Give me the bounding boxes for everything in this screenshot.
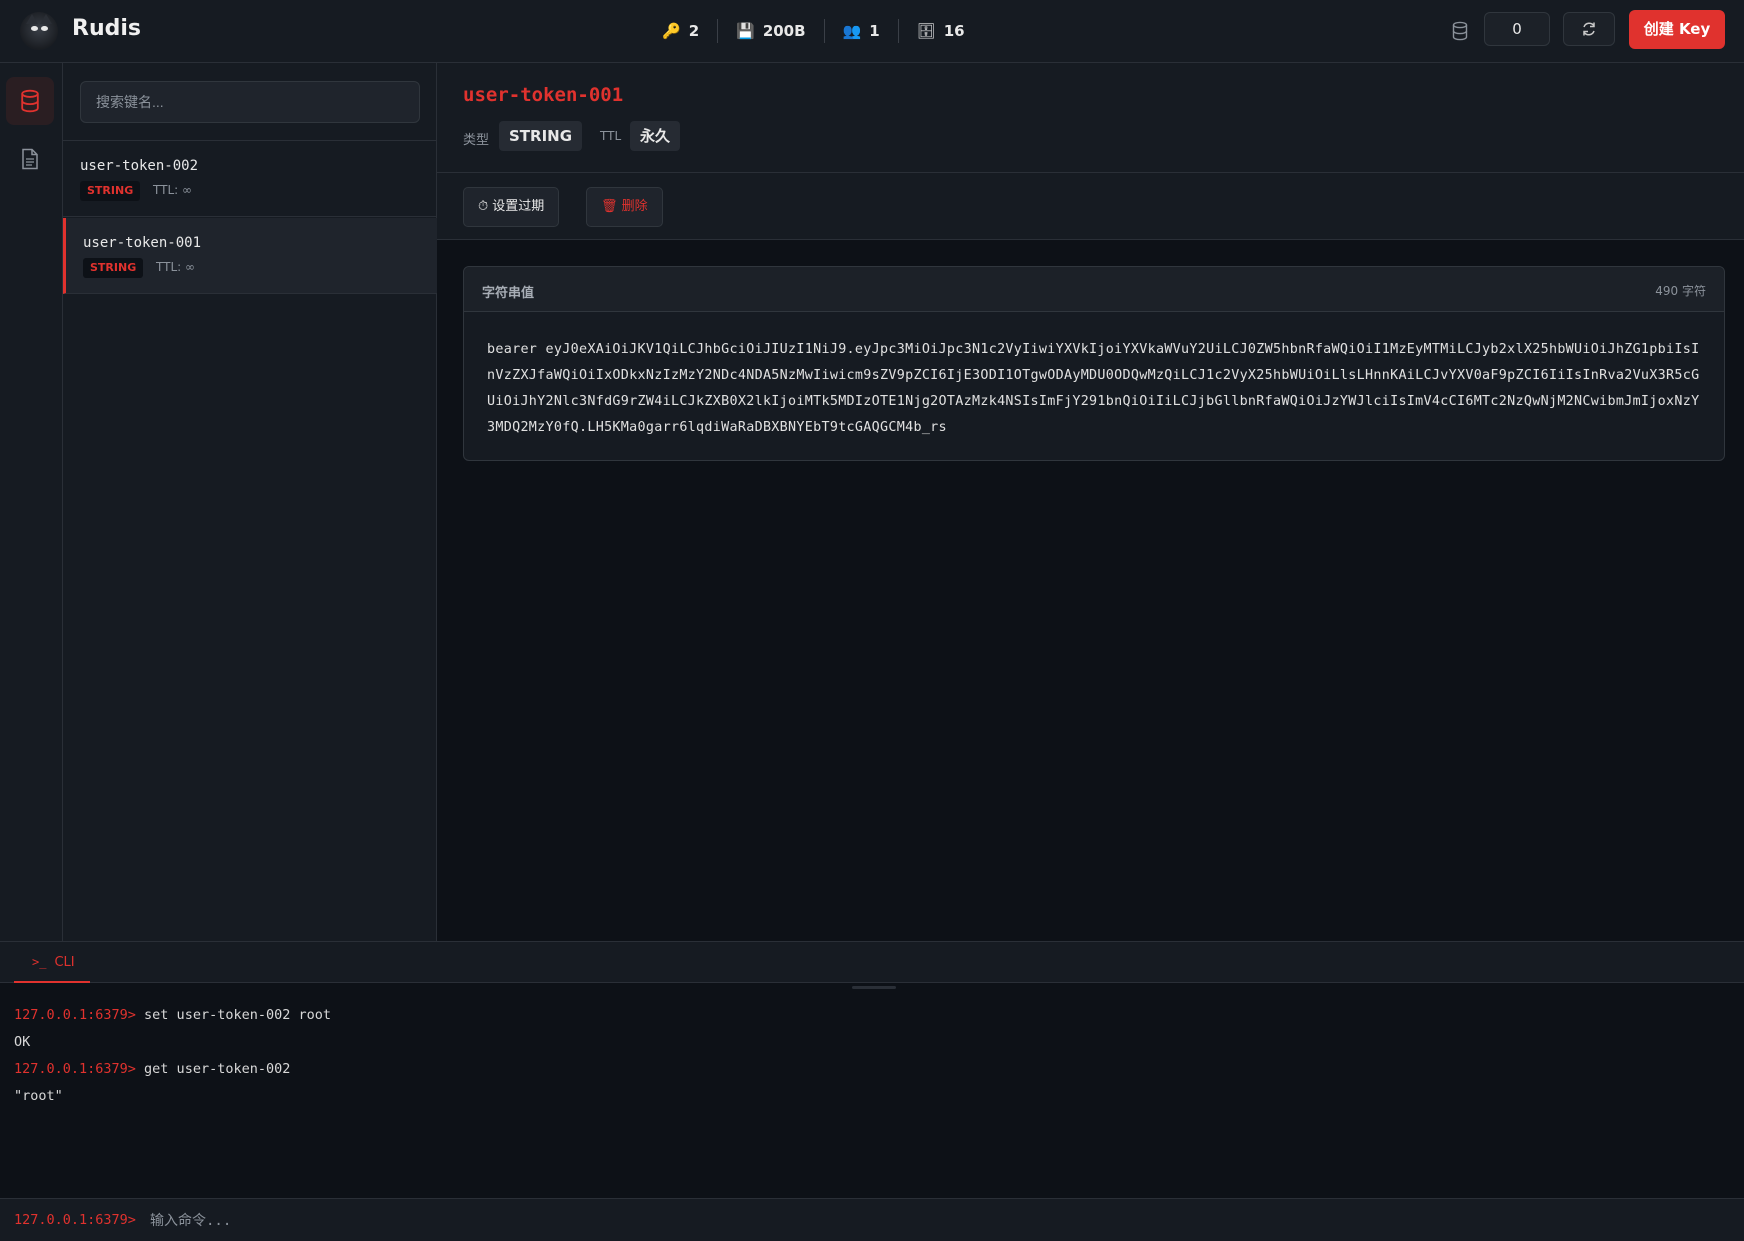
nav-docs-button[interactable] xyxy=(6,135,54,183)
cli-prompt: 127.0.0.1:6379> xyxy=(14,1007,136,1023)
memory-chip-icon: 🗄 xyxy=(916,22,936,40)
stat-keys: 🔑 2 xyxy=(644,19,717,43)
cli-line: OK xyxy=(14,1029,331,1056)
app-title: Rudis xyxy=(72,16,141,41)
key-action-toolbar: ⏱ 设置过期 🗑 删除 xyxy=(437,173,1744,240)
cli-line: 127.0.0.1:6379> set user-token-002 root xyxy=(14,1002,331,1029)
key-detail-title: user-token-001 xyxy=(463,84,624,106)
top-header: Rudis 🔑 2 💾 200B 👥 1 🗄 16 0 创建 Key xyxy=(0,0,1744,63)
tab-cli-label: CLI xyxy=(54,955,75,970)
key-icon: 🔑 xyxy=(662,22,681,40)
cli-result: "root" xyxy=(14,1088,63,1104)
cli-panel: >_ CLI 127.0.0.1:6379> set user-token-002… xyxy=(0,941,1744,1241)
floppy-disk-icon: 💾 xyxy=(736,22,755,40)
value-card-header: 字符串值 490 字符 xyxy=(464,267,1724,312)
cli-output: 127.0.0.1:6379> set user-token-002 root … xyxy=(14,1002,331,1110)
set-expire-button[interactable]: ⏱ 设置过期 xyxy=(463,187,560,227)
database-icon xyxy=(21,89,39,113)
database-icon xyxy=(1452,21,1468,41)
cli-command: get user-token-002 xyxy=(135,1061,291,1077)
cli-line: "root" xyxy=(14,1083,331,1110)
stat-clients-value: 1 xyxy=(869,22,880,40)
string-value-text[interactable]: bearer eyJ0eXAiOiJKV1QiLCJhbGciOiJIUzI1N… xyxy=(487,337,1702,441)
stat-keys-value: 2 xyxy=(688,22,700,40)
key-detail-panel: user-token-001 类型 STRING TTL 永久 ⏱ 设置过期 🗑… xyxy=(437,63,1744,941)
type-label: 类型 xyxy=(463,133,490,148)
type-value-chip: STRING xyxy=(499,121,583,151)
refresh-button[interactable] xyxy=(1563,12,1615,46)
key-name: user-token-002 xyxy=(80,158,199,174)
refresh-icon xyxy=(1583,22,1595,36)
key-detail-header: user-token-001 类型 STRING TTL 永久 xyxy=(437,63,1744,173)
value-card-title: 字符串值 xyxy=(482,286,535,301)
string-value-card: 字符串值 490 字符 bearer eyJ0eXAiOiJKV1QiLCJhb… xyxy=(463,266,1725,461)
key-type-badge: STRING xyxy=(80,181,141,201)
key-list-item[interactable]: user-token-002 STRING TTL: ∞ xyxy=(63,141,437,217)
cli-prompt: 127.0.0.1:6379> xyxy=(14,1061,136,1077)
cli-line: 127.0.0.1:6379> get user-token-002 xyxy=(14,1056,331,1083)
stat-databases: 🗄 16 xyxy=(897,19,983,43)
stat-memory: 💾 200B xyxy=(717,19,823,43)
database-index-select[interactable]: 0 xyxy=(1484,12,1550,46)
ttl-label: TTL xyxy=(600,129,622,143)
create-key-button[interactable]: 创建 Key xyxy=(1629,10,1725,49)
cli-tab-bar: >_ CLI xyxy=(0,942,1744,983)
stat-databases-value: 16 xyxy=(943,22,965,40)
terminal-icon: >_ xyxy=(32,955,47,969)
key-search-input[interactable] xyxy=(80,81,420,123)
cli-input-bar: 127.0.0.1:6379> xyxy=(0,1198,1744,1241)
cli-input-prompt: 127.0.0.1:6379> xyxy=(14,1212,136,1228)
users-icon: 👥 xyxy=(842,22,862,40)
resize-handle[interactable] xyxy=(852,986,896,989)
document-icon xyxy=(22,148,38,170)
ttl-value-chip: 永久 xyxy=(630,121,681,151)
key-list-item-selected[interactable]: user-token-001 STRING TTL: ∞ xyxy=(63,218,437,294)
app-logo xyxy=(20,12,58,50)
cli-command: set user-token-002 root xyxy=(135,1007,331,1023)
key-ttl: TTL: ∞ xyxy=(153,183,192,197)
key-name: user-token-001 xyxy=(83,235,202,251)
stats-bar: 🔑 2 💾 200B 👥 1 🗄 16 xyxy=(644,18,983,44)
cli-result: OK xyxy=(14,1034,31,1050)
key-type-badge: STRING xyxy=(83,258,144,278)
key-list-panel: user-token-002 STRING TTL: ∞ user-token-… xyxy=(63,63,437,941)
key-ttl: TTL: ∞ xyxy=(156,260,195,274)
stat-clients: 👥 1 xyxy=(823,19,898,43)
delete-button[interactable]: 🗑 删除 xyxy=(586,187,663,227)
tab-cli[interactable]: >_ CLI xyxy=(14,942,90,983)
stat-memory-value: 200B xyxy=(762,22,806,40)
nav-keys-button[interactable] xyxy=(6,77,54,125)
nav-rail xyxy=(0,63,63,941)
value-length: 490 字符 xyxy=(1655,284,1706,298)
cli-command-input[interactable] xyxy=(150,1209,1650,1233)
